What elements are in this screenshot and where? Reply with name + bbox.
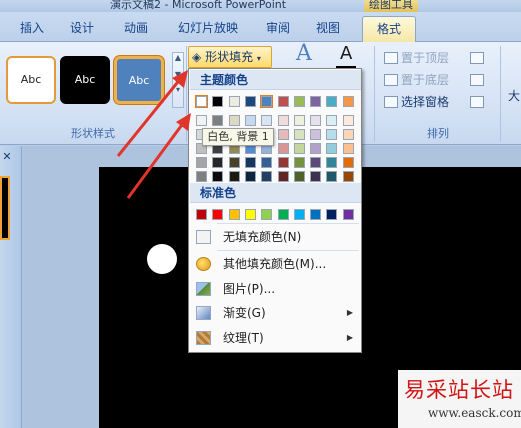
watermark-logo-text: 易采站长站 (404, 378, 514, 402)
arrow-to-fill-button (116, 77, 183, 157)
annotation-arrows (116, 70, 191, 199)
watermark: 易采站长站 www.easck.com (398, 370, 521, 428)
watermark-url: www.easck.com (428, 406, 521, 420)
